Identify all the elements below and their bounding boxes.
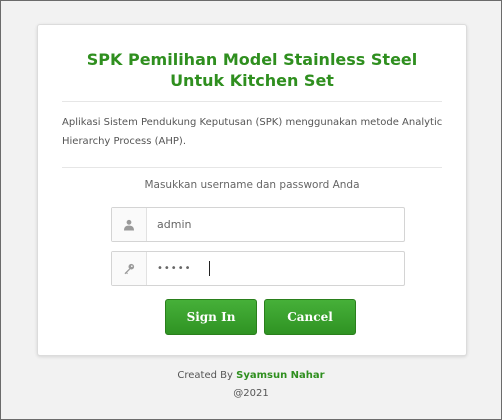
password-input[interactable]: [157, 252, 397, 285]
password-field[interactable]: [111, 251, 405, 286]
login-panel: SPK Pemilihan Model Stainless Steel Untu…: [37, 24, 467, 356]
footer-credit: Created By Syamsun Nahar: [37, 367, 465, 385]
text-caret: [209, 261, 210, 276]
key-icon: [112, 252, 147, 285]
login-prompt: Masukkan username dan password Anda: [144, 179, 360, 191]
app-description: Aplikasi Sistem Pendukung Keputusan (SPK…: [62, 117, 443, 147]
username-input[interactable]: [157, 208, 397, 241]
divider: [62, 101, 442, 102]
username-field[interactable]: [111, 207, 405, 242]
sign-in-button[interactable]: Sign In: [165, 299, 257, 335]
cancel-button[interactable]: Cancel: [264, 299, 356, 335]
footer: Created By Syamsun Nahar @2021: [37, 367, 465, 403]
footer-created-by: Created By: [177, 370, 233, 381]
footer-author: Syamsun Nahar: [236, 370, 325, 381]
divider: [62, 167, 442, 168]
page-title: SPK Pemilihan Model Stainless Steel Untu…: [86, 50, 418, 90]
user-icon: [112, 208, 147, 241]
footer-year: @2021: [233, 388, 269, 399]
